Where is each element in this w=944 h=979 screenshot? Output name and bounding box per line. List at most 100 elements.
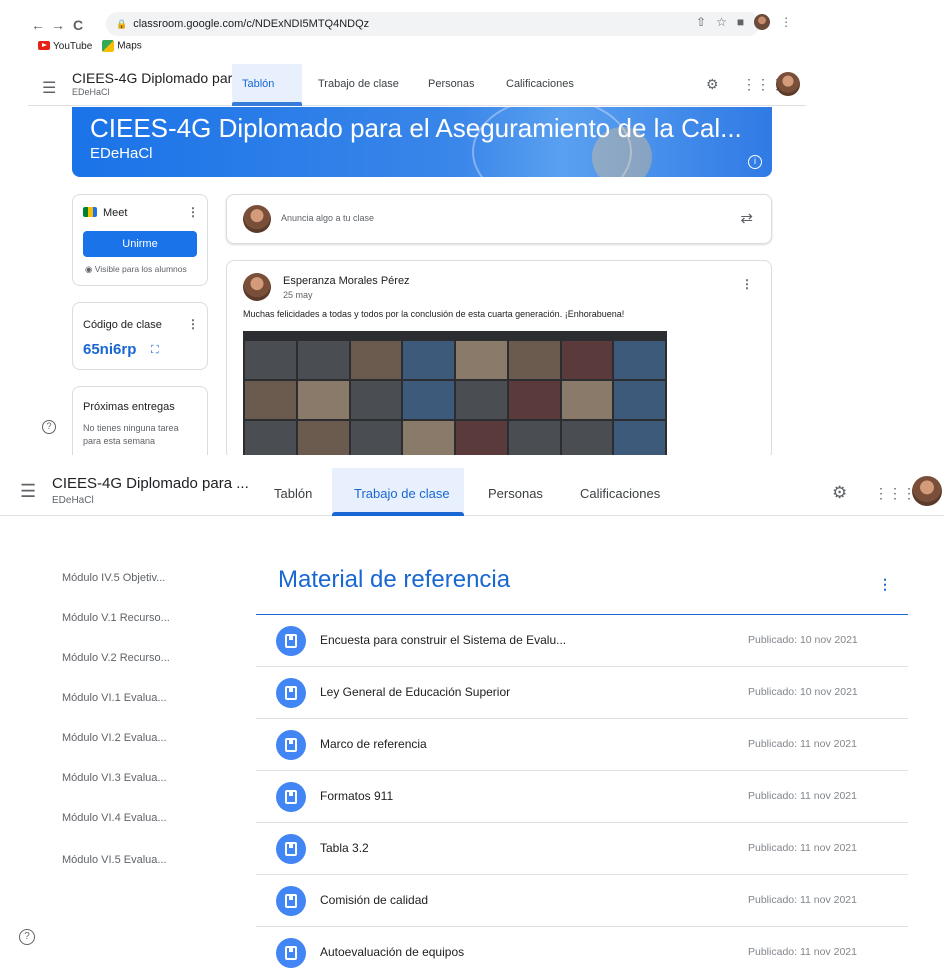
gear-icon[interactable]: ⚙ xyxy=(832,483,847,503)
topic-item[interactable]: Módulo IV.5 Objetiv... xyxy=(62,572,165,584)
youtube-icon xyxy=(38,41,50,51)
class-subtitle: EDeHaCl xyxy=(52,495,94,506)
material-row[interactable]: Formatos 911 Publicado: 11 nov 2021 xyxy=(256,771,908,823)
eye-icon: ◉ xyxy=(85,264,95,274)
class-code-card: Código de clase ⋮ 65ni6rp ⛶ xyxy=(72,302,208,370)
material-date: Publicado: 10 nov 2021 xyxy=(748,634,858,646)
browser-menu-icon[interactable]: ⋮ xyxy=(780,15,792,29)
class-title[interactable]: CIEES-4G Diplomado para ... xyxy=(52,475,249,492)
tab-personas[interactable]: Personas xyxy=(488,486,543,501)
tab-trabajo-de-clase[interactable]: Trabajo de clase xyxy=(318,78,399,90)
material-name: Encuesta para construir el Sistema de Ev… xyxy=(320,633,567,647)
lock-icon: 🔒 xyxy=(116,18,128,29)
announce-placeholder: Anuncia algo a tu clase xyxy=(281,213,375,223)
topic-item[interactable]: Módulo VI.3 Evalua... xyxy=(62,772,167,784)
post-image-video-call[interactable] xyxy=(243,331,667,455)
repost-icon[interactable]: ⇄ xyxy=(740,209,753,227)
announce-box[interactable]: Anuncia algo a tu clase ⇄ xyxy=(226,194,772,244)
post-more-icon[interactable]: ⋮ xyxy=(741,277,753,291)
user-avatar[interactable] xyxy=(776,72,800,96)
tab-calificaciones[interactable]: Calificaciones xyxy=(580,486,660,501)
material-book-icon xyxy=(276,938,306,968)
profile-avatar[interactable] xyxy=(754,14,771,30)
tab-personas[interactable]: Personas xyxy=(428,78,474,90)
help-icon[interactable]: ? xyxy=(19,929,35,945)
bookmark-maps[interactable]: Maps xyxy=(102,40,142,52)
classroom-header: ☰ CIEES-4G Diplomado para ... EDeHaCl Ta… xyxy=(28,64,806,106)
back-button[interactable]: ← xyxy=(28,17,48,33)
topic-item[interactable]: Módulo V.1 Recurso... xyxy=(62,612,170,624)
section-more-icon[interactable]: ⋮ xyxy=(878,576,892,593)
upcoming-card: Próximas entregas No tienes ninguna tare… xyxy=(72,386,208,455)
topic-item[interactable]: Módulo VI.2 Evalua... xyxy=(62,732,167,744)
class-title[interactable]: CIEES-4G Diplomado para ... xyxy=(72,70,256,86)
share-icon[interactable]: ⇧ xyxy=(696,15,706,29)
material-name: Tabla 3.2 xyxy=(320,841,369,855)
help-icon[interactable]: ? xyxy=(42,420,56,434)
class-code-value: 65ni6rp xyxy=(83,341,137,358)
window-icon[interactable]: ■ xyxy=(737,15,744,29)
user-avatar[interactable] xyxy=(912,476,942,506)
topic-item[interactable]: Módulo V.2 Recurso... xyxy=(62,652,170,664)
material-name: Ley General de Educación Superior xyxy=(320,685,511,699)
forward-button[interactable]: → xyxy=(48,17,68,33)
material-row[interactable]: Comisión de calidad Publicado: 11 nov 20… xyxy=(256,875,908,927)
info-icon[interactable]: i xyxy=(748,155,762,169)
bookmark-label: Maps xyxy=(117,40,142,52)
post-body: Muchas felicidades a todas y todos por l… xyxy=(243,309,625,319)
material-date: Publicado: 11 nov 2021 xyxy=(748,894,857,906)
address-bar[interactable]: 🔒 classroom.google.com/c/NDExNDI5MTQ4NDQ… xyxy=(106,12,760,36)
material-book-icon xyxy=(276,834,306,864)
active-tab-indicator xyxy=(332,512,464,516)
menu-icon[interactable]: ☰ xyxy=(42,78,56,98)
browser-toolbar: ← → C 🔒 classroom.google.com/c/NDExNDI5M… xyxy=(28,10,806,40)
class-code-label: Código de clase xyxy=(83,319,162,331)
material-row[interactable]: Tabla 3.2 Publicado: 11 nov 2021 xyxy=(256,823,908,875)
upcoming-label: Próximas entregas xyxy=(83,401,175,413)
upcoming-note-line1: No tienes ninguna tarea xyxy=(83,423,179,433)
material-name: Autoevaluación de equipos xyxy=(320,945,465,959)
meet-card: Meet ⋮ Unirme ◉ Visible para los alumnos xyxy=(72,194,208,286)
material-name: Comisión de calidad xyxy=(320,893,429,907)
bookmark-youtube[interactable]: YouTube xyxy=(38,41,92,52)
meet-more-icon[interactable]: ⋮ xyxy=(187,205,199,219)
topic-item[interactable]: Módulo VI.5 Evalua... xyxy=(62,854,167,866)
tab-trabajo-de-clase[interactable]: Trabajo de clase xyxy=(354,486,450,501)
material-book-icon xyxy=(276,886,306,916)
bookmark-label: YouTube xyxy=(53,40,93,52)
meet-icon xyxy=(83,207,97,217)
topic-item[interactable]: Módulo VI.4 Evalua... xyxy=(62,812,167,824)
class-banner: CIEES-4G Diplomado para el Aseguramiento… xyxy=(72,107,772,177)
visibility-text: Visible para los alumnos xyxy=(94,264,187,274)
reload-button[interactable]: C xyxy=(68,17,88,33)
gear-icon[interactable]: ⚙ xyxy=(706,76,719,93)
upcoming-note-line2: para esta semana xyxy=(83,436,156,446)
fullscreen-icon[interactable]: ⛶ xyxy=(151,344,159,357)
material-row[interactable]: Marco de referencia Publicado: 11 nov 20… xyxy=(256,719,908,771)
join-meet-button[interactable]: Unirme xyxy=(83,231,197,257)
meet-label: Meet xyxy=(103,207,128,219)
star-icon[interactable]: ☆ xyxy=(716,15,727,29)
tab-tablon[interactable]: Tablón xyxy=(242,78,274,90)
material-name: Marco de referencia xyxy=(320,737,427,751)
visibility-note: ◉ Visible para los alumnos xyxy=(85,264,187,275)
topic-item[interactable]: Módulo VI.1 Evalua... xyxy=(62,692,167,704)
apps-grid-icon[interactable]: ⋮⋮⋮ xyxy=(874,485,916,502)
material-row[interactable]: Encuesta para construir el Sistema de Ev… xyxy=(256,615,908,667)
stream-screenshot: ← → C 🔒 classroom.google.com/c/NDExNDI5M… xyxy=(28,0,806,455)
banner-title: CIEES-4G Diplomado para el Aseguramiento… xyxy=(90,113,742,143)
tab-calificaciones[interactable]: Calificaciones xyxy=(506,78,574,90)
classwork-screenshot: ☰ CIEES-4G Diplomado para ... EDeHaCl Ta… xyxy=(0,468,944,968)
post-date: 25 may xyxy=(283,290,313,300)
material-row[interactable]: Autoevaluación de equipos Publicado: 11 … xyxy=(256,927,908,979)
material-date: Publicado: 11 nov 2021 xyxy=(748,790,857,802)
browser-actions: ⇧ ☆ ■ ⋮ xyxy=(696,14,792,30)
menu-icon[interactable]: ☰ xyxy=(20,481,36,502)
maps-icon xyxy=(102,40,115,52)
bookmarks-bar: YouTube Maps xyxy=(38,40,142,52)
material-row[interactable]: Ley General de Educación Superior Public… xyxy=(256,667,908,719)
avatar xyxy=(243,205,271,233)
post-author[interactable]: Esperanza Morales Pérez xyxy=(283,275,410,287)
tab-tablon[interactable]: Tablón xyxy=(274,486,312,501)
code-more-icon[interactable]: ⋮ xyxy=(187,317,199,331)
